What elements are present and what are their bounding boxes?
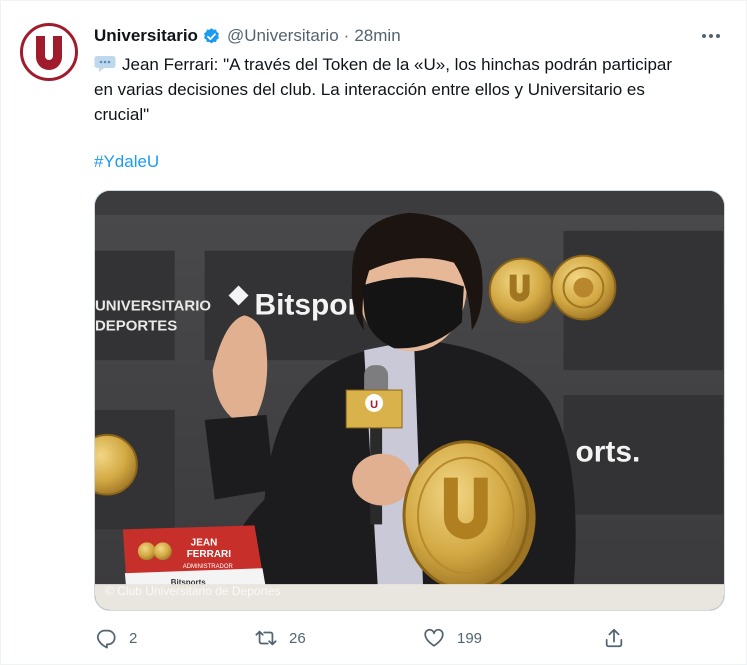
universitario-logo-icon [36, 36, 62, 70]
reply-button[interactable]: 2 [95, 627, 137, 649]
more-icon [702, 34, 720, 38]
nameplate-line1: JEAN [191, 537, 218, 548]
backdrop-text-2: DEPORTES [95, 317, 177, 334]
like-icon [424, 628, 444, 647]
retweet-count: 26 [289, 629, 306, 647]
tweet-card[interactable]: Universitario @Universitario · 28min Jea… [0, 0, 747, 665]
nameplate-line2: FERRARI [187, 549, 232, 560]
like-count: 199 [457, 629, 483, 647]
separator-dot: · [343, 26, 350, 45]
share-button[interactable] [603, 627, 637, 649]
tweet-text: Jean Ferrari: "A través del Token de la … [94, 55, 673, 124]
backdrop-text-1: UNIVERSITARIO [95, 297, 211, 314]
tweet-header: Universitario @Universitario · 28min [94, 25, 401, 47]
avatar[interactable] [20, 23, 78, 81]
action-bar: 2 26 199 [91, 627, 651, 653]
tweet-photo[interactable]: UNIVERSITARIO DEPORTES Bitsports orts. U… [94, 190, 725, 611]
hashtag-link[interactable]: #YdaleU [94, 152, 159, 172]
reply-count: 2 [129, 629, 138, 647]
speech-bubble-icon [94, 56, 116, 72]
press-conference-photo: UNIVERSITARIO DEPORTES Bitsports orts. U… [95, 191, 724, 610]
timestamp[interactable]: 28min [354, 26, 400, 46]
brand-partial-text: orts. [575, 436, 640, 469]
tweet-text-block: Jean Ferrari: "A través del Token de la … [94, 52, 694, 127]
like-button[interactable]: 199 [423, 627, 482, 649]
author-handle[interactable]: @Universitario [227, 26, 339, 46]
nameplate-line3: ADMINISTRADOR [183, 564, 234, 570]
reply-icon [96, 629, 116, 649]
share-icon [605, 628, 623, 648]
mic-label: U [370, 399, 378, 411]
author-name[interactable]: Universitario [94, 26, 198, 46]
retweet-button[interactable]: 26 [255, 627, 306, 649]
photo-caption: © Club Universitario de Deportes [105, 584, 281, 598]
verified-icon [203, 27, 219, 43]
more-button[interactable] [700, 25, 722, 47]
retweet-icon [255, 630, 277, 646]
